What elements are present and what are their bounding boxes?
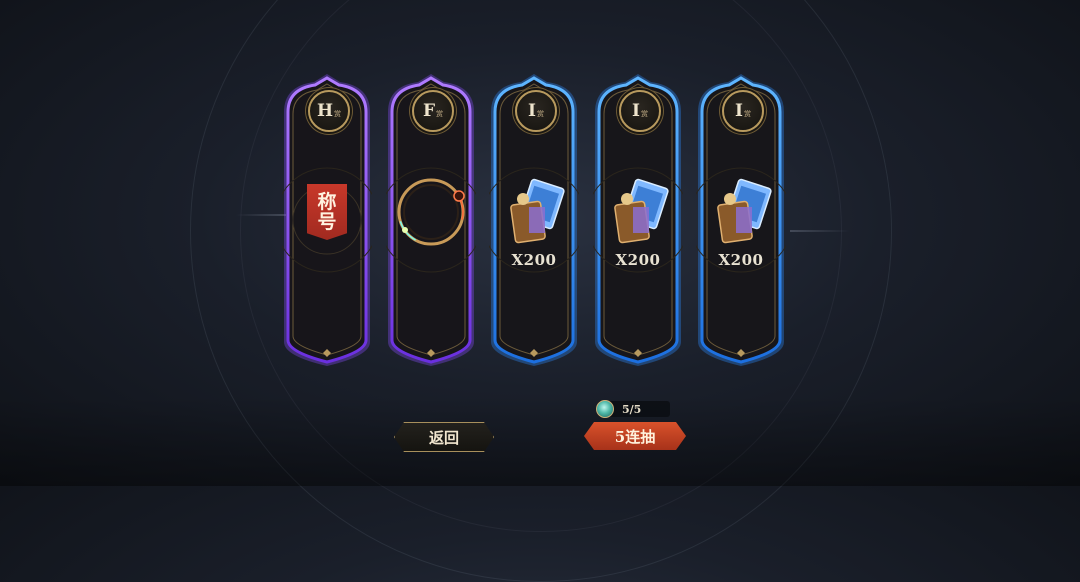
card-bundle-icon <box>614 178 669 244</box>
reward-card[interactable]: I赏 X200 <box>696 72 786 368</box>
grade-badge: I赏 <box>515 90 557 132</box>
reward-card[interactable]: H赏 称 号 <box>282 72 372 368</box>
grade-suffix: 赏 <box>436 110 444 118</box>
draw-five-button[interactable]: 5连抽 <box>584 422 686 450</box>
grade-suffix: 赏 <box>334 110 342 118</box>
background-spike-left <box>236 214 286 216</box>
card-bundle-icon <box>510 178 565 244</box>
grade-badge: F赏 <box>412 90 454 132</box>
grade-badge: H赏 <box>308 90 350 132</box>
reward-item <box>593 172 683 252</box>
reward-card[interactable]: F赏 <box>386 72 476 368</box>
grade-badge: I赏 <box>619 90 661 132</box>
card-bundle-icon <box>717 178 772 244</box>
back-button[interactable]: 返回 <box>394 422 494 452</box>
floor-shadow <box>0 396 1080 486</box>
reward-quantity: X200 <box>718 251 764 269</box>
draw-cost: 5/5 <box>596 400 670 418</box>
grade-letter: I <box>735 100 743 121</box>
reward-item <box>386 172 476 252</box>
grade-letter: F <box>422 100 436 121</box>
reward-item <box>696 172 786 252</box>
title-tag-icon: 称 号 <box>307 184 347 240</box>
reward-quantity: X200 <box>615 251 661 269</box>
reward-quantity: X200 <box>511 251 557 269</box>
title-tag-text-bottom: 号 <box>317 211 337 233</box>
reward-item <box>489 172 579 252</box>
reward-item: 称 号 <box>282 172 372 252</box>
reward-card[interactable]: I赏 X200 <box>593 72 683 368</box>
grade-letter: I <box>632 100 640 121</box>
grade-letter: H <box>316 100 334 121</box>
grade-suffix: 赏 <box>640 110 648 118</box>
reward-card[interactable]: I赏 X200 <box>489 72 579 368</box>
grade-suffix: 赏 <box>743 110 751 118</box>
grade-badge: I赏 <box>722 90 764 132</box>
title-tag-text-top: 称 <box>317 191 337 213</box>
draw-cost-text: 5/5 <box>622 402 642 416</box>
grade-suffix: 赏 <box>536 110 544 118</box>
grade-letter: I <box>528 100 536 121</box>
background-spike-right <box>790 230 850 232</box>
ring-halo-icon <box>397 178 465 246</box>
currency-coin-icon <box>596 400 614 418</box>
